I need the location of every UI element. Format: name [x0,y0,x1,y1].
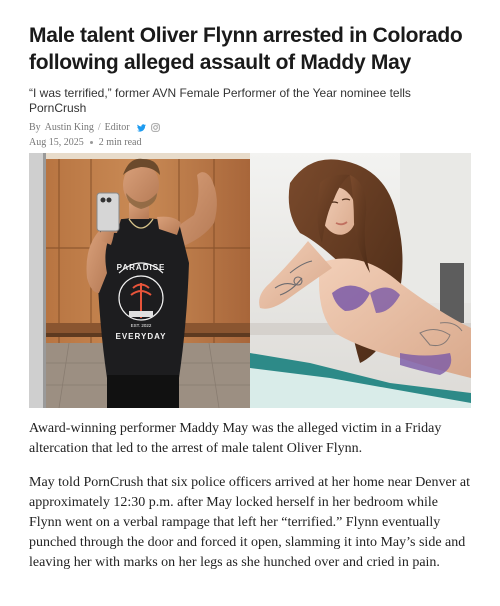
read-time: 2 min read [98,137,142,148]
publish-date: Aug 15, 2025 [29,137,84,148]
headline: Male talent Oliver Flynn arrested in Col… [29,24,463,74]
meta-dot [89,141,93,144]
dek: “I was terrified,” former AVN Female Per… [29,86,411,115]
hero-photo-left: PARADISE EST. 2022 EVERYDAY [29,153,250,408]
byline: By Austin King / Editor [29,122,471,133]
instagram-icon[interactable] [150,123,160,132]
paragraph-1: Award-winning performer Maddy May was th… [29,421,442,456]
hero-image: PARADISE EST. 2022 EVERYDAY [29,153,471,408]
byline-prefix: By [29,122,41,133]
hero-photo-right [250,153,471,408]
author-role: Editor [104,122,130,133]
twitter-icon[interactable] [136,123,146,132]
article-header: Male talent Oliver Flynn arrested in Col… [29,22,471,148]
shirt-print-est: EST. 2022 [131,323,152,328]
shirt-print-bottom: EVERYDAY [116,332,167,341]
article-body: Award-winning performer Maddy May was th… [29,419,471,587]
social-links [136,123,160,132]
shirt-print-top: PARADISE [117,263,166,272]
paragraph-2: May told PornCrush that six police offic… [29,475,470,570]
dateline: Aug 15, 2025 2 min read [29,137,471,148]
author-link[interactable]: Austin King [45,122,94,133]
byline-separator: / [97,122,101,133]
